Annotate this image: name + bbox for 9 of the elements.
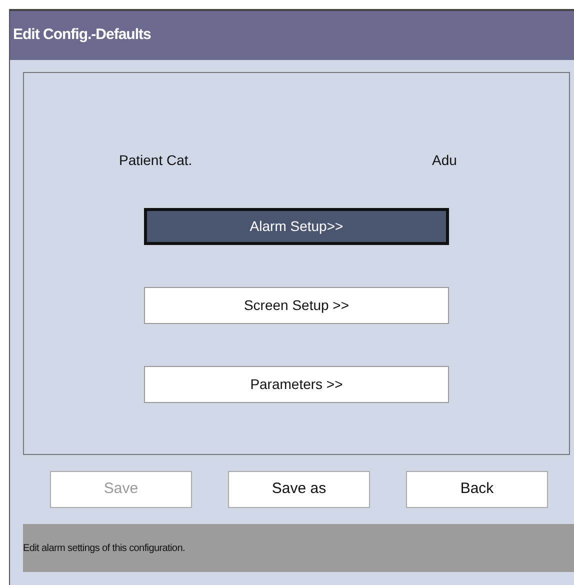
action-button[interactable]: Back	[406, 471, 548, 508]
patient-category-value: Adu	[432, 151, 457, 170]
patient-category-label: Patient Cat.	[119, 151, 194, 170]
window-title: Edit Config.-Defaults	[13, 25, 151, 46]
action-button[interactable]: Save as	[228, 471, 370, 508]
status-text: Edit alarm settings of this configuration.	[23, 542, 185, 556]
menu-button[interactable]: Screen Setup >>	[144, 287, 449, 324]
menu-button[interactable]: Parameters >>	[144, 366, 449, 403]
menu-button[interactable]: Alarm Setup>>	[144, 208, 449, 245]
